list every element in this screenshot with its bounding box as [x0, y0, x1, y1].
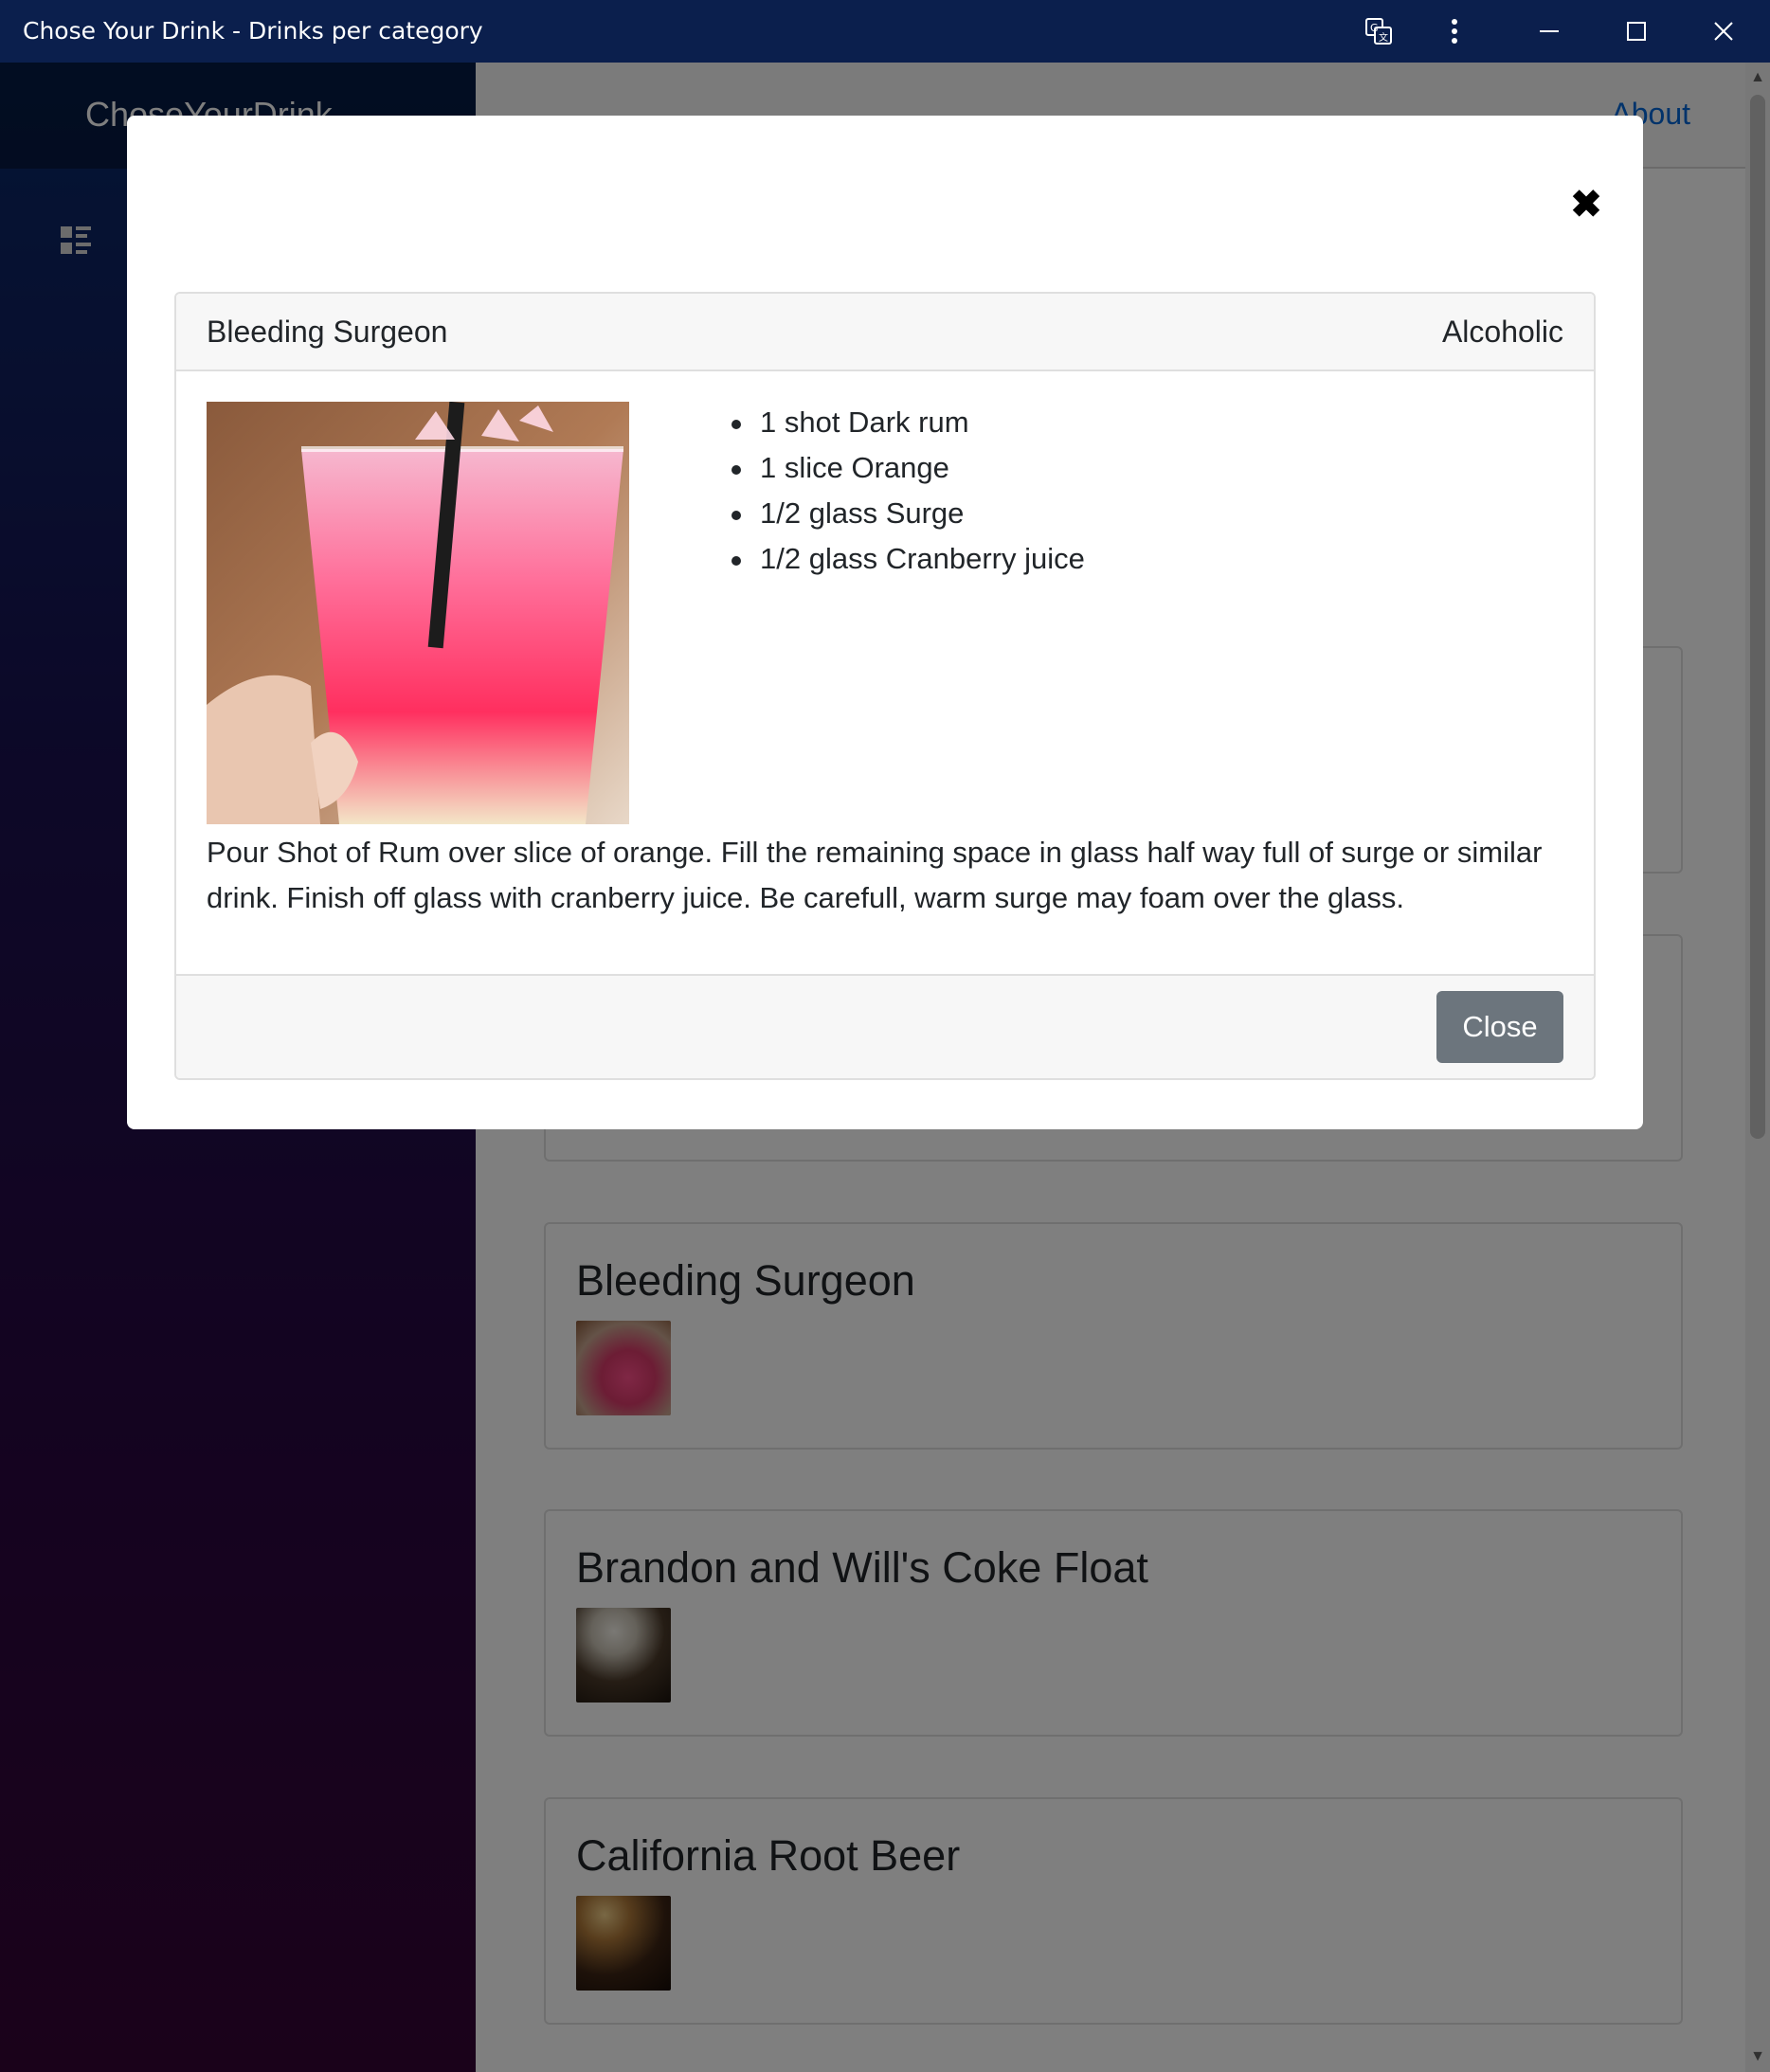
- ingredient-item: 1/2 glass Surge: [731, 491, 1085, 536]
- window-title: Chose Your Drink - Drinks per category: [23, 17, 483, 45]
- svg-text:G: G: [1370, 22, 1379, 34]
- modal-footer: Close: [176, 974, 1594, 1078]
- drink-detail-header: Bleeding Surgeon Alcoholic: [176, 294, 1594, 371]
- minimize-icon[interactable]: [1516, 0, 1582, 63]
- maximize-icon[interactable]: [1603, 0, 1670, 63]
- drink-name: Bleeding Surgeon: [207, 315, 448, 349]
- window-titlebar: Chose Your Drink - Drinks per category G…: [0, 0, 1770, 63]
- drink-detail-modal: ✖ Bleeding Surgeon Alcoholic 1 shot Dark…: [127, 116, 1643, 1129]
- close-button[interactable]: Close: [1436, 991, 1563, 1063]
- ingredient-item: 1 shot Dark rum: [731, 400, 1085, 445]
- drink-category: Alcoholic: [1441, 315, 1563, 349]
- translate-icon[interactable]: G文: [1346, 0, 1412, 63]
- close-icon[interactable]: ✖: [1558, 176, 1615, 233]
- ingredient-item: 1 slice Orange: [731, 445, 1085, 491]
- ingredient-list: 1 shot Dark rum 1 slice Orange 1/2 glass…: [731, 400, 1085, 582]
- window-close-icon[interactable]: [1690, 0, 1757, 63]
- svg-text:文: 文: [1379, 31, 1388, 44]
- more-options-icon[interactable]: [1421, 0, 1488, 63]
- ingredient-item: 1/2 glass Cranberry juice: [731, 536, 1085, 582]
- drink-photo: [207, 402, 629, 824]
- drink-instructions: Pour Shot of Rum over slice of orange. F…: [207, 836, 1543, 914]
- drink-detail-card: Bleeding Surgeon Alcoholic 1 shot Dark r…: [174, 292, 1596, 1080]
